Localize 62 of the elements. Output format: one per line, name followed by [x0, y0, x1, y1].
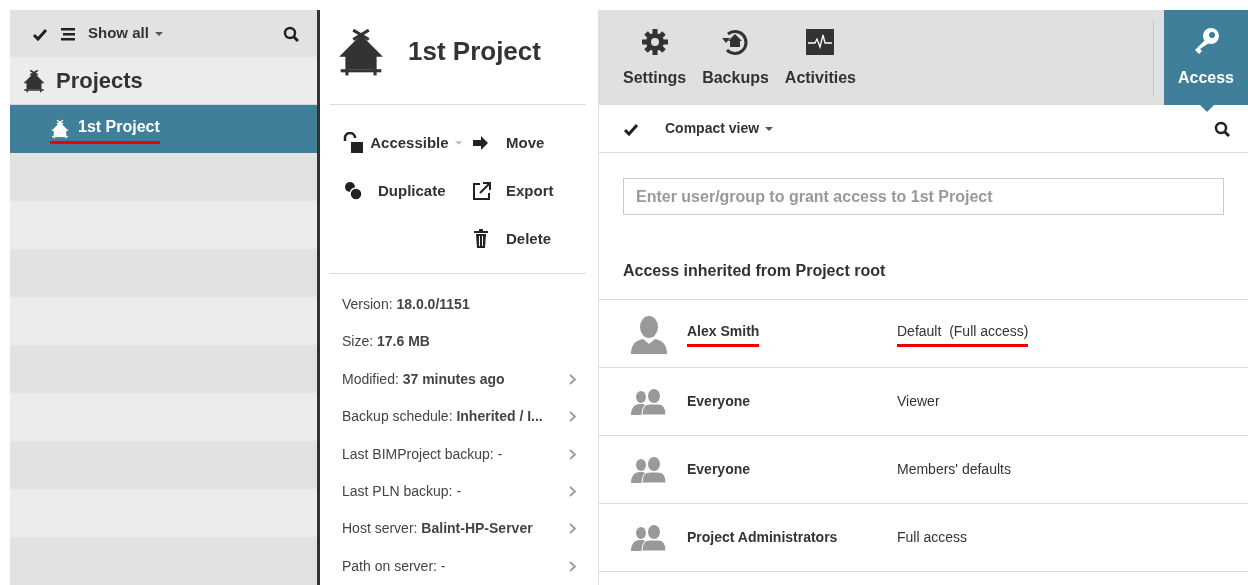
- info-row[interactable]: Host server: Balint-HP-Server: [330, 510, 586, 548]
- caret-icon: [454, 140, 462, 145]
- action-button[interactable]: Export: [470, 166, 560, 215]
- info-text: Size: 17.6 MB: [342, 332, 430, 352]
- search-icon[interactable]: [1214, 120, 1230, 137]
- info-text: Host server: Balint-HP-Server: [342, 519, 533, 539]
- member-name: Project Administrators: [687, 528, 839, 547]
- info-text: Modified: 37 minutes ago: [342, 369, 505, 389]
- access-level: Full access: [897, 528, 968, 547]
- filter-dropdown[interactable]: Show all: [88, 22, 163, 45]
- project-name: 1st Project: [78, 116, 160, 137]
- house-icon: [336, 26, 386, 77]
- access-level: Viewer: [897, 392, 940, 411]
- action-button[interactable]: Delete: [470, 214, 560, 263]
- house-icon: [22, 68, 46, 93]
- info-row[interactable]: Last PLN backup: -: [330, 472, 586, 511]
- caret-icon: [765, 126, 774, 131]
- chevron-icon: [569, 560, 576, 572]
- sidebar-title: Projects: [56, 67, 143, 95]
- section-heading: Access inherited from Project root: [599, 215, 1248, 300]
- tab[interactable]: Access: [1164, 10, 1248, 105]
- chevron-icon: [569, 486, 576, 497]
- view-dropdown[interactable]: Compact view: [665, 118, 774, 139]
- group-icon: [631, 456, 667, 483]
- chevron-icon: [569, 448, 576, 460]
- member-name: Everyone: [687, 460, 752, 479]
- project-title: 1st Project: [408, 35, 541, 69]
- access-level: Members' defaults: [897, 460, 1011, 479]
- action-button[interactable]: Duplicate: [342, 166, 462, 215]
- padlock-icon: [342, 131, 365, 154]
- info-row[interactable]: Last BIMProject backup: -: [330, 435, 586, 473]
- circles-icon: [343, 179, 365, 202]
- info-text: Last BIMProject backup: -: [342, 444, 503, 464]
- tab-pointer: [1200, 105, 1214, 112]
- member-name: Everyone: [687, 392, 752, 411]
- info-text: Version: 18.0.0/1151: [342, 295, 470, 315]
- chevron-icon: [569, 373, 576, 385]
- tab[interactable]: Backups: [694, 10, 777, 105]
- group-icon: [631, 524, 667, 551]
- project-item[interactable]: 1st Project: [10, 105, 317, 153]
- caret-icon: [154, 31, 163, 36]
- action-button[interactable]: Accessible: [342, 118, 462, 167]
- search-field[interactable]: Enter user/group to grant access to 1st Project: [623, 178, 1224, 215]
- list-icon: [60, 25, 76, 42]
- group-icon: [631, 388, 667, 415]
- tab[interactable]: Settings: [615, 10, 695, 105]
- info-row[interactable]: Path on server: -: [330, 547, 586, 585]
- member-name: Alex Smith: [687, 321, 760, 341]
- info-row[interactable]: Modified: 37 minutes ago: [330, 360, 586, 399]
- chevron-icon: [569, 411, 576, 423]
- info-text: Path on server: -: [342, 556, 446, 576]
- tab[interactable]: Activities: [776, 10, 864, 105]
- access-level: Default (Full access): [897, 321, 1029, 341]
- info-text: Backup schedule: Inherited / I...: [342, 407, 543, 427]
- info-text: Last PLN backup: -: [342, 482, 462, 501]
- chevron-icon: [569, 523, 576, 535]
- search-icon[interactable]: [283, 25, 299, 42]
- house-icon: [50, 119, 70, 139]
- person-icon: [629, 313, 669, 354]
- info-row[interactable]: Backup schedule: Inherited / I...: [330, 398, 586, 436]
- action-button[interactable]: Move: [470, 118, 560, 167]
- export-icon: [471, 179, 493, 202]
